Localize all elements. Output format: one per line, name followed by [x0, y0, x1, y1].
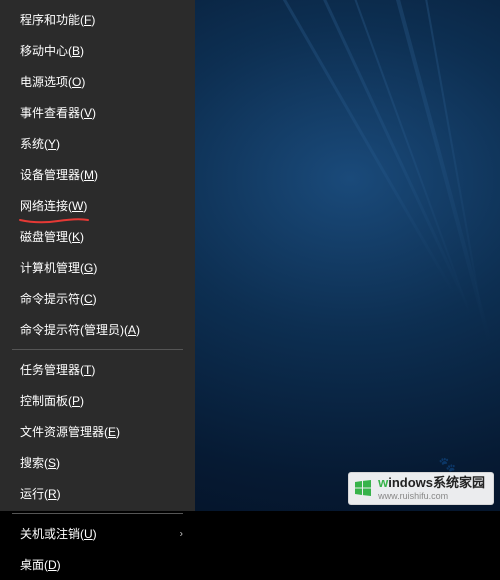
menu-item-run[interactable]: 运行(R): [0, 478, 195, 509]
menu-item-label: 程序和功能(F): [20, 13, 95, 27]
menu-separator: [12, 349, 183, 350]
chevron-right-icon: ›: [180, 528, 183, 539]
menu-item-label: 事件查看器(V): [20, 106, 96, 120]
menu-item-device-manager[interactable]: 设备管理器(M): [0, 159, 195, 190]
winx-context-menu: 程序和功能(F) 移动中心(B) 电源选项(O) 事件查看器(V) 系统(Y) 设备管理器…: [0, 0, 195, 511]
menu-item-label: 计算机管理(G): [20, 261, 97, 275]
menu-item-label: 命令提示符(管理员)(A): [20, 323, 140, 337]
menu-item-desktop[interactable]: 桌面(D): [0, 549, 195, 580]
menu-item-computer-management[interactable]: 计算机管理(G): [0, 252, 195, 283]
menu-item-label: 网络连接(W): [20, 199, 87, 213]
watermark-url: www.ruishifu.com: [378, 491, 485, 501]
menu-item-system[interactable]: 系统(Y): [0, 128, 195, 159]
menu-item-control-panel[interactable]: 控制面板(P): [0, 385, 195, 416]
menu-item-file-explorer[interactable]: 文件资源管理器(E): [0, 416, 195, 447]
menu-item-label: 设备管理器(M): [20, 168, 98, 182]
menu-item-label: 桌面(D): [20, 558, 61, 572]
menu-item-label: 关机或注销(U): [20, 527, 97, 541]
watermark-title: windows系统家园: [378, 476, 485, 491]
menu-item-label: 文件资源管理器(E): [20, 425, 120, 439]
menu-item-label: 电源选项(O): [20, 75, 85, 89]
menu-item-power-options[interactable]: 电源选项(O): [0, 66, 195, 97]
menu-item-label: 系统(Y): [20, 137, 60, 151]
menu-item-disk-management[interactable]: 磁盘管理(K): [0, 221, 195, 252]
menu-item-programs-features[interactable]: 程序和功能(F): [0, 4, 195, 35]
menu-separator: [12, 513, 183, 514]
windows-logo-icon: [354, 479, 372, 497]
menu-item-command-prompt-admin[interactable]: 命令提示符(管理员)(A): [0, 314, 195, 345]
menu-item-event-viewer[interactable]: 事件查看器(V): [0, 97, 195, 128]
menu-item-search[interactable]: 搜索(S): [0, 447, 195, 478]
menu-item-label: 磁盘管理(K): [20, 230, 84, 244]
menu-item-label: 任务管理器(T): [20, 363, 95, 377]
menu-item-label: 移动中心(B): [20, 44, 84, 58]
watermark-badge: windows系统家园 www.ruishifu.com: [348, 472, 494, 505]
menu-item-mobility-center[interactable]: 移动中心(B): [0, 35, 195, 66]
menu-item-shutdown-signout[interactable]: 关机或注销(U) ›: [0, 518, 195, 549]
menu-item-label: 搜索(S): [20, 456, 60, 470]
menu-item-label: 命令提示符(C): [20, 292, 97, 306]
menu-item-task-manager[interactable]: 任务管理器(T): [0, 354, 195, 385]
menu-item-label: 运行(R): [20, 487, 61, 501]
menu-item-command-prompt[interactable]: 命令提示符(C): [0, 283, 195, 314]
menu-item-label: 控制面板(P): [20, 394, 84, 408]
decorative-paw-icons: 🐾: [439, 456, 460, 473]
menu-item-network-connections[interactable]: 网络连接(W): [0, 190, 195, 221]
